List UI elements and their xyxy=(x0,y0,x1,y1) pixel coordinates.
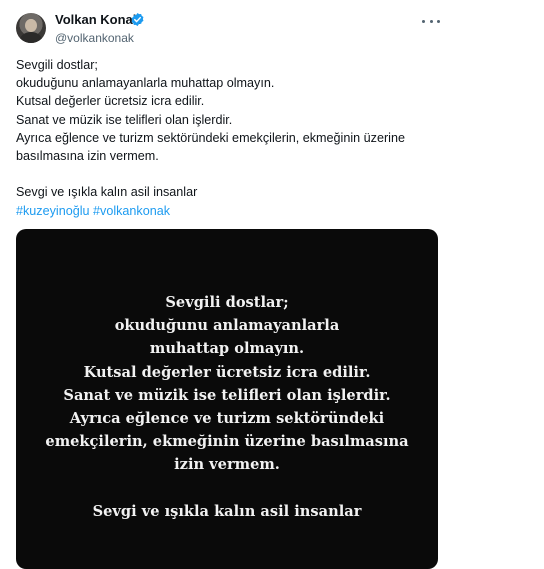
tweet-line: basılmasına izin vermem. xyxy=(16,149,159,164)
avatar[interactable] xyxy=(16,13,46,43)
media-line: Kutsal değerler ücretsiz icra edilir. xyxy=(83,363,371,381)
tweet-line: Ayrıca eğlence ve turizm sektöründeki em… xyxy=(16,130,405,145)
media-text: Sevgili dostlar; okuduğunu anlamayanlarl… xyxy=(16,291,438,523)
tweet-line: Kutsal değerler ücretsiz icra edilir. xyxy=(16,94,205,109)
tweet-line: Sevgi ve ışıkla kalın asil insanlar xyxy=(16,185,198,200)
more-options-icon[interactable] xyxy=(422,14,440,28)
media-line: Sevgi ve ışıkla kalın asil insanlar xyxy=(92,502,362,520)
tweet-line: Sevgili dostlar; xyxy=(16,58,98,72)
media-paragraph-gap xyxy=(16,477,438,500)
more-dot xyxy=(422,19,425,23)
hashtag-link[interactable]: #volkankonak xyxy=(93,204,170,218)
media-line: okuduğunu anlamayanlarla xyxy=(114,317,340,335)
tweet: Volkan Konak @volkankonak Sevgili dostla… xyxy=(0,0,544,569)
media-line: emekçilerin, ekmeğinin üzerine basılması… xyxy=(45,433,409,451)
media-line: Sevgili dostlar; xyxy=(165,294,289,311)
tweet-text: Sevgili dostlar; okuduğunu anlamayanlarl… xyxy=(16,56,456,220)
media-line: izin vermem. xyxy=(174,456,280,474)
display-name[interactable]: Volkan Konak xyxy=(55,12,140,28)
media-line: Sanat ve müzik ise telifleri olan işlerd… xyxy=(63,386,391,404)
tweet-media-image[interactable]: Sevgili dostlar; okuduğunu anlamayanlarl… xyxy=(16,229,438,569)
media-line: muhattap olmayın. xyxy=(149,340,305,358)
verified-badge-icon xyxy=(131,12,144,27)
media-line: Ayrıca eğlence ve turizm sektöründeki xyxy=(69,410,385,428)
more-dot xyxy=(437,19,440,23)
hashtag-link[interactable]: #kuzeyinoğlu xyxy=(16,204,90,218)
tweet-line: okuduğunu anlamayanlarla muhattap olmayı… xyxy=(16,76,275,91)
author-handle[interactable]: @volkankonak xyxy=(55,31,134,45)
more-dot xyxy=(429,19,433,23)
hashtag-row: #kuzeyinoğlu #volkankonak xyxy=(16,202,456,220)
avatar-face xyxy=(25,19,37,32)
avatar-body xyxy=(20,32,42,43)
tweet-line: Sanat ve müzik ise telifleri olan işlerd… xyxy=(16,112,233,127)
